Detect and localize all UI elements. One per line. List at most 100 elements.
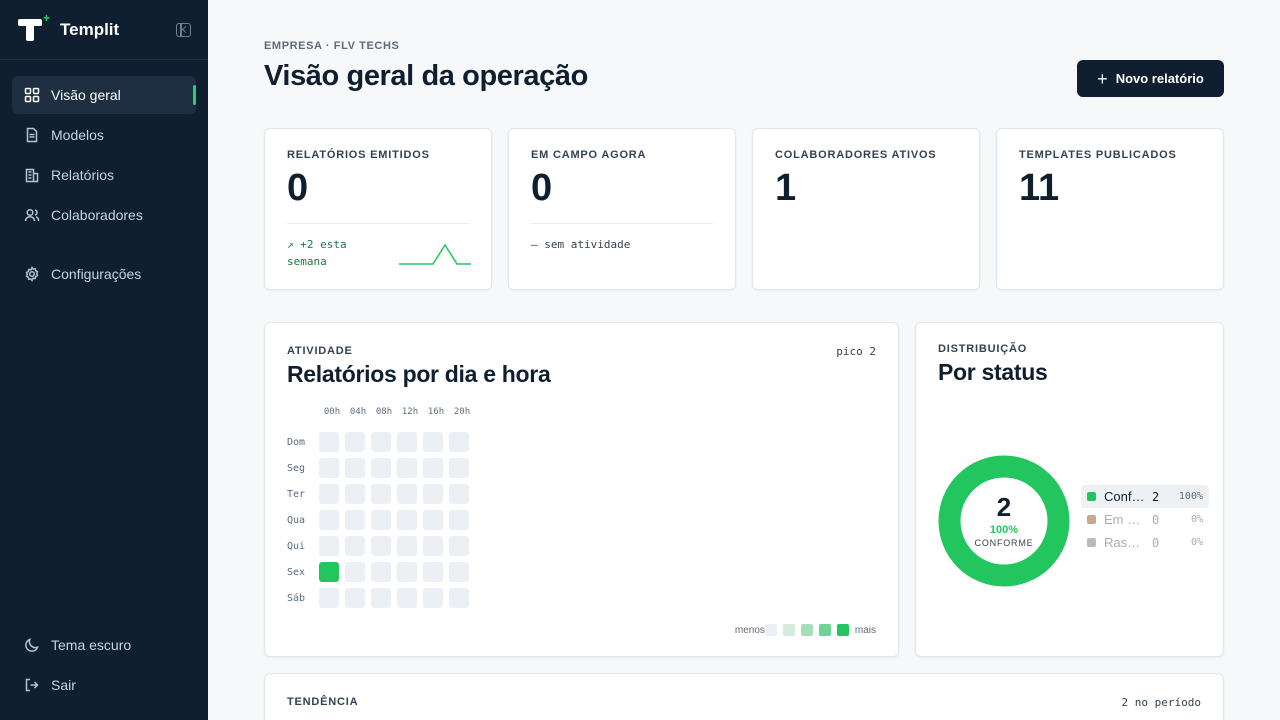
heatmap-row: Qua	[287, 507, 475, 533]
heatmap-cell[interactable]	[345, 432, 365, 452]
heatmap-cell[interactable]	[319, 484, 339, 504]
kpi-value: 0	[531, 167, 553, 209]
heatmap-cell[interactable]	[345, 458, 365, 478]
main-content: EMPRESA · FLV TECHS Visão geral da opera…	[208, 0, 1280, 720]
heatmap-cell[interactable]	[371, 484, 391, 504]
kpi-card-published-templates: TEMPLATES PUBLICADOS 11	[996, 128, 1224, 290]
kpi-status-text: — sem atividade	[531, 238, 631, 251]
heatmap-cell[interactable]	[345, 562, 365, 582]
status-name: Em campo	[1104, 512, 1146, 527]
kpi-value: 0	[287, 167, 309, 209]
section-title: Por status	[938, 359, 1048, 385]
heatmap-cell[interactable]	[371, 510, 391, 530]
collapse-sidebar-icon[interactable]	[176, 23, 191, 37]
heatmap-cell[interactable]	[449, 432, 469, 452]
sidebar-item-label: Visão geral	[51, 87, 121, 103]
activity-card: ATIVIDADE Relatórios por dia e hora pico…	[264, 322, 899, 657]
sidebar-item-label: Colaboradores	[51, 207, 143, 223]
sidebar-item-colaboradores[interactable]: Colaboradores	[12, 196, 196, 234]
logo-icon: +	[18, 11, 50, 44]
status-row-rascunho[interactable]: Rascunho 0 0%	[1081, 531, 1209, 554]
new-report-label: Novo relatório	[1115, 71, 1204, 86]
peak-value: pico 2	[836, 345, 876, 358]
heatmap-cell[interactable]	[371, 432, 391, 452]
status-legend: Conforme 2 100% Em campo 0 0% Rascunho 0…	[1081, 485, 1209, 554]
gear-icon	[24, 266, 40, 282]
sidebar-item-label: Configurações	[51, 266, 142, 282]
heatmap-cell[interactable]	[345, 510, 365, 530]
status-count: 0	[1152, 535, 1160, 550]
section-title: Relatórios por dia e hora	[287, 361, 551, 387]
distribution-card: DISTRIBUIÇÃO Por status 2 100% CONFORME …	[915, 322, 1224, 657]
heatmap-cell[interactable]	[423, 536, 443, 556]
status-row-conforme[interactable]: Conforme 2 100%	[1081, 485, 1209, 508]
heatmap-cell[interactable]	[319, 432, 339, 452]
heatmap-cell[interactable]	[449, 536, 469, 556]
sidebar-item-relatorios[interactable]: Relatórios	[12, 156, 196, 194]
heatmap-cell[interactable]	[397, 536, 417, 556]
legend-swatch	[782, 624, 795, 636]
status-row-em-campo[interactable]: Em campo 0 0%	[1081, 508, 1209, 531]
heatmap-cell[interactable]	[397, 588, 417, 608]
heatmap-cell[interactable]	[423, 432, 443, 452]
heatmap-cell[interactable]	[371, 458, 391, 478]
legend-swatch	[818, 624, 831, 636]
heatmap-cell[interactable]	[319, 588, 339, 608]
kpi-card-reports-issued: RELATÓRIOS EMITIDOS 0 ↗ +2 esta semana	[264, 128, 492, 290]
day-label: Qui	[287, 540, 306, 552]
heatmap-grid: Dom Seg Ter Qua Qui Sex Sáb	[287, 429, 475, 611]
sidebar-item-configuracoes[interactable]: Configurações	[12, 255, 196, 293]
heatmap-cell[interactable]	[397, 458, 417, 478]
sidebar-item-label: Tema escuro	[51, 637, 132, 653]
heatmap-cell[interactable]	[371, 536, 391, 556]
building-icon	[24, 167, 40, 183]
status-percent: 100%	[1178, 491, 1203, 502]
document-icon	[24, 127, 40, 143]
kpi-trend-text: ↗ +2 esta semana	[287, 238, 347, 268]
status-swatch	[1087, 515, 1096, 524]
hour-label: 00h	[323, 407, 341, 417]
kpi-label: COLABORADORES ATIVOS	[775, 149, 937, 161]
kpi-label: EM CAMPO AGORA	[531, 149, 647, 161]
status-swatch	[1087, 492, 1096, 501]
kpi-value: 1	[775, 167, 797, 209]
heatmap-cell[interactable]	[319, 536, 339, 556]
logout-button[interactable]: Sair	[12, 666, 196, 704]
heatmap-cell[interactable]	[397, 562, 417, 582]
heatmap-cell[interactable]	[397, 484, 417, 504]
breadcrumb: EMPRESA · FLV TECHS	[264, 40, 400, 52]
sidebar-item-label: Modelos	[51, 127, 104, 143]
heatmap-cell[interactable]	[449, 562, 469, 582]
sidebar-item-modelos[interactable]: Modelos	[12, 116, 196, 154]
heatmap-cell[interactable]	[423, 562, 443, 582]
heatmap-cell[interactable]	[319, 562, 339, 582]
heatmap-cell[interactable]	[345, 536, 365, 556]
heatmap-cell[interactable]	[397, 432, 417, 452]
sidebar-item-visao-geral[interactable]: Visão geral	[12, 76, 196, 114]
brand-name: Templit	[60, 19, 120, 39]
heatmap-cell[interactable]	[449, 458, 469, 478]
heatmap-cell[interactable]	[397, 510, 417, 530]
section-label: ATIVIDADE	[287, 345, 353, 357]
heatmap-cell[interactable]	[423, 458, 443, 478]
heatmap-cell[interactable]	[319, 458, 339, 478]
status-swatch	[1087, 538, 1096, 547]
heatmap-cell[interactable]	[449, 510, 469, 530]
sidebar-item-label: Sair	[51, 677, 76, 693]
moon-icon	[24, 637, 40, 653]
new-report-button[interactable]: + Novo relatório	[1077, 60, 1224, 97]
donut-percent: 100%	[989, 524, 1019, 536]
heatmap-cell[interactable]	[371, 562, 391, 582]
plus-icon: +	[1097, 68, 1108, 89]
heatmap-cell[interactable]	[423, 588, 443, 608]
heatmap-cell[interactable]	[319, 510, 339, 530]
heatmap-cell[interactable]	[449, 588, 469, 608]
heatmap-cell[interactable]	[423, 510, 443, 530]
heatmap-cell[interactable]	[371, 588, 391, 608]
heatmap-cell[interactable]	[345, 484, 365, 504]
heatmap-cell[interactable]	[345, 588, 365, 608]
heatmap-cell[interactable]	[449, 484, 469, 504]
kpi-label: TEMPLATES PUBLICADOS	[1019, 149, 1177, 161]
heatmap-cell[interactable]	[423, 484, 443, 504]
dark-theme-toggle[interactable]: Tema escuro	[12, 626, 196, 664]
